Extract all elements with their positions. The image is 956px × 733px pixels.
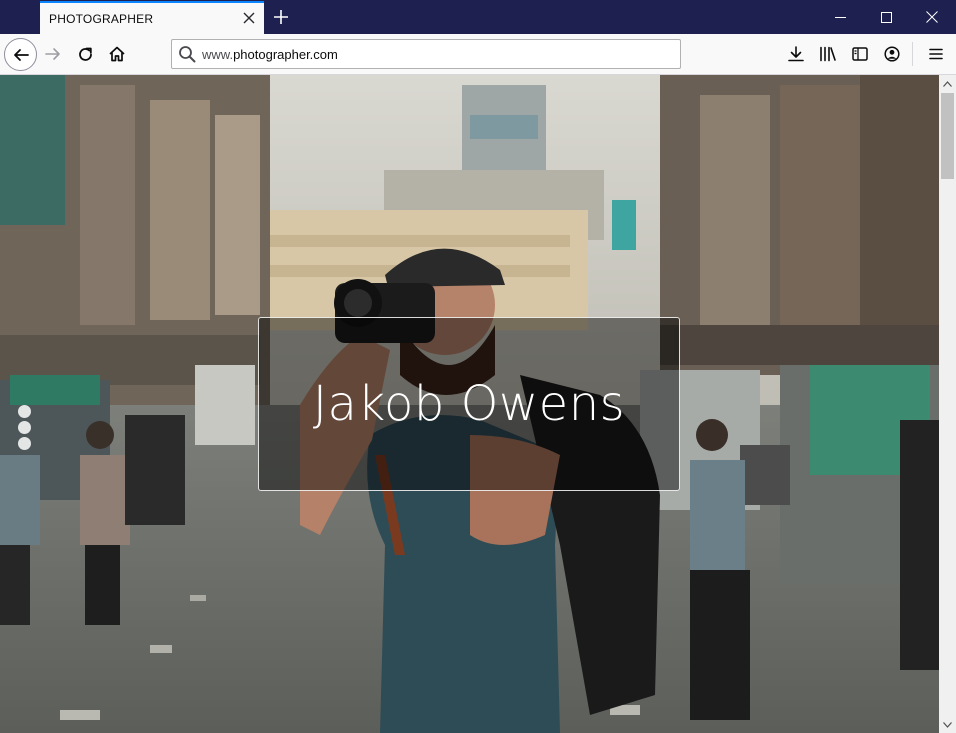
- maximize-icon[interactable]: [863, 0, 909, 34]
- slider-dot[interactable]: [18, 405, 31, 418]
- download-icon[interactable]: [781, 39, 811, 69]
- hamburger-menu-icon[interactable]: [921, 39, 951, 69]
- page-viewport: Jakob Owens: [0, 75, 939, 733]
- tab-close-icon[interactable]: [240, 9, 258, 27]
- window-close-icon[interactable]: [909, 0, 955, 34]
- scroll-down-arrow-icon[interactable]: [939, 716, 956, 733]
- tab-title: PHOTOGRAPHER: [49, 12, 154, 26]
- url-prefix: www.: [202, 47, 234, 62]
- home-icon[interactable]: [101, 38, 133, 70]
- reload-icon[interactable]: [69, 38, 101, 70]
- forward-arrow-icon[interactable]: [37, 38, 69, 70]
- hero-name-box: Jakob Owens: [258, 317, 680, 491]
- toolbar-separator: [912, 42, 913, 66]
- search-icon: [178, 45, 196, 63]
- vertical-scrollbar[interactable]: [939, 75, 956, 733]
- active-tab[interactable]: PHOTOGRAPHER: [40, 1, 264, 34]
- account-icon[interactable]: [877, 39, 907, 69]
- sidebar-icon[interactable]: [845, 39, 875, 69]
- slider-dot[interactable]: [18, 421, 31, 434]
- library-icon[interactable]: [813, 39, 843, 69]
- url-text[interactable]: www.photographer.com: [202, 47, 338, 62]
- url-host: photographer.com: [233, 47, 338, 62]
- title-bar: PHOTOGRAPHER: [0, 0, 956, 34]
- new-tab-plus-icon[interactable]: [270, 6, 292, 28]
- slider-dots: [18, 405, 32, 451]
- hero-name: Jakob Owens: [312, 376, 626, 432]
- back-arrow-icon[interactable]: [4, 38, 37, 71]
- url-bar[interactable]: www.photographer.com: [171, 39, 681, 69]
- navigation-toolbar: www.photographer.com: [0, 34, 956, 75]
- scroll-up-arrow-icon[interactable]: [939, 75, 956, 92]
- minimize-icon[interactable]: [817, 0, 863, 34]
- scrollbar-thumb[interactable]: [941, 93, 954, 179]
- slider-dot[interactable]: [18, 437, 31, 450]
